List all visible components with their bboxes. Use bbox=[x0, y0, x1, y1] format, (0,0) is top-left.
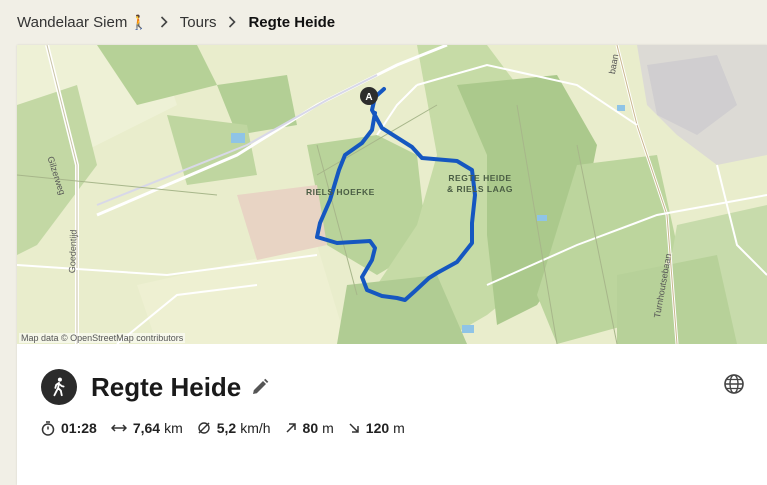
duration-value: 01:28 bbox=[61, 420, 97, 436]
hiking-icon bbox=[41, 369, 77, 405]
distance-unit: km bbox=[164, 420, 183, 436]
breadcrumb-current: Regte Heide bbox=[248, 13, 336, 31]
map-label-line: & RIELS LAAG bbox=[447, 184, 513, 194]
arrow-up-right-icon bbox=[286, 423, 296, 433]
globe-icon[interactable] bbox=[723, 373, 745, 400]
breadcrumb: Wandelaar Siem 🚶 Tours Regte Heide bbox=[17, 0, 335, 44]
stat-ascent: 80 m bbox=[285, 420, 334, 436]
chevron-right-icon bbox=[228, 16, 237, 28]
tour-title: Regte Heide bbox=[91, 371, 242, 402]
arrow-down-right-icon bbox=[349, 423, 359, 433]
distance-value: 7,64 bbox=[132, 420, 161, 436]
distance-arrows-icon bbox=[110, 424, 127, 432]
stat-distance: 7,64 km bbox=[110, 420, 183, 436]
stat-duration: 01:28 bbox=[41, 420, 97, 436]
stopwatch-icon bbox=[41, 420, 55, 436]
tour-stats: 01:28 7,64 km 5,2 km/h 80 m 120 m bbox=[41, 420, 419, 436]
walker-emoji: 🚶 bbox=[130, 13, 148, 30]
descent-value: 120 bbox=[365, 420, 390, 436]
stat-descent: 120 m bbox=[348, 420, 405, 436]
ascent-unit: m bbox=[322, 420, 334, 436]
svg-text:A: A bbox=[365, 92, 372, 103]
ascent-value: 80 bbox=[302, 420, 319, 436]
descent-unit: m bbox=[393, 420, 405, 436]
route-map[interactable]: A RIELS HOEFKE REGTE HEIDE & RIELS LAAG … bbox=[17, 45, 767, 344]
map-label-riels-hoefke: RIELS HOEFKE bbox=[306, 187, 375, 197]
road-label-goedentijd: Goedentijd bbox=[67, 229, 79, 274]
chevron-right-icon bbox=[160, 16, 168, 28]
speed-unit: km/h bbox=[240, 420, 271, 436]
speed-value: 5,2 bbox=[216, 420, 237, 436]
average-icon bbox=[198, 422, 210, 434]
map-attribution[interactable]: Map data © OpenStreetMap contributors bbox=[19, 333, 186, 343]
pencil-icon[interactable] bbox=[251, 378, 269, 396]
map-label-regte-heide: REGTE HEIDE & RIELS LAAG bbox=[447, 173, 513, 195]
breadcrumb-user-link[interactable]: Wandelaar Siem 🚶 bbox=[17, 14, 148, 31]
tour-header: Regte Heide bbox=[41, 369, 269, 405]
map-label-line: REGTE HEIDE bbox=[448, 173, 512, 183]
breadcrumb-tours-link[interactable]: Tours bbox=[180, 14, 217, 31]
tour-card: A RIELS HOEFKE REGTE HEIDE & RIELS LAAG … bbox=[17, 45, 767, 485]
stat-speed: 5,2 km/h bbox=[197, 420, 271, 436]
breadcrumb-user-label: Wandelaar Siem bbox=[17, 13, 128, 31]
